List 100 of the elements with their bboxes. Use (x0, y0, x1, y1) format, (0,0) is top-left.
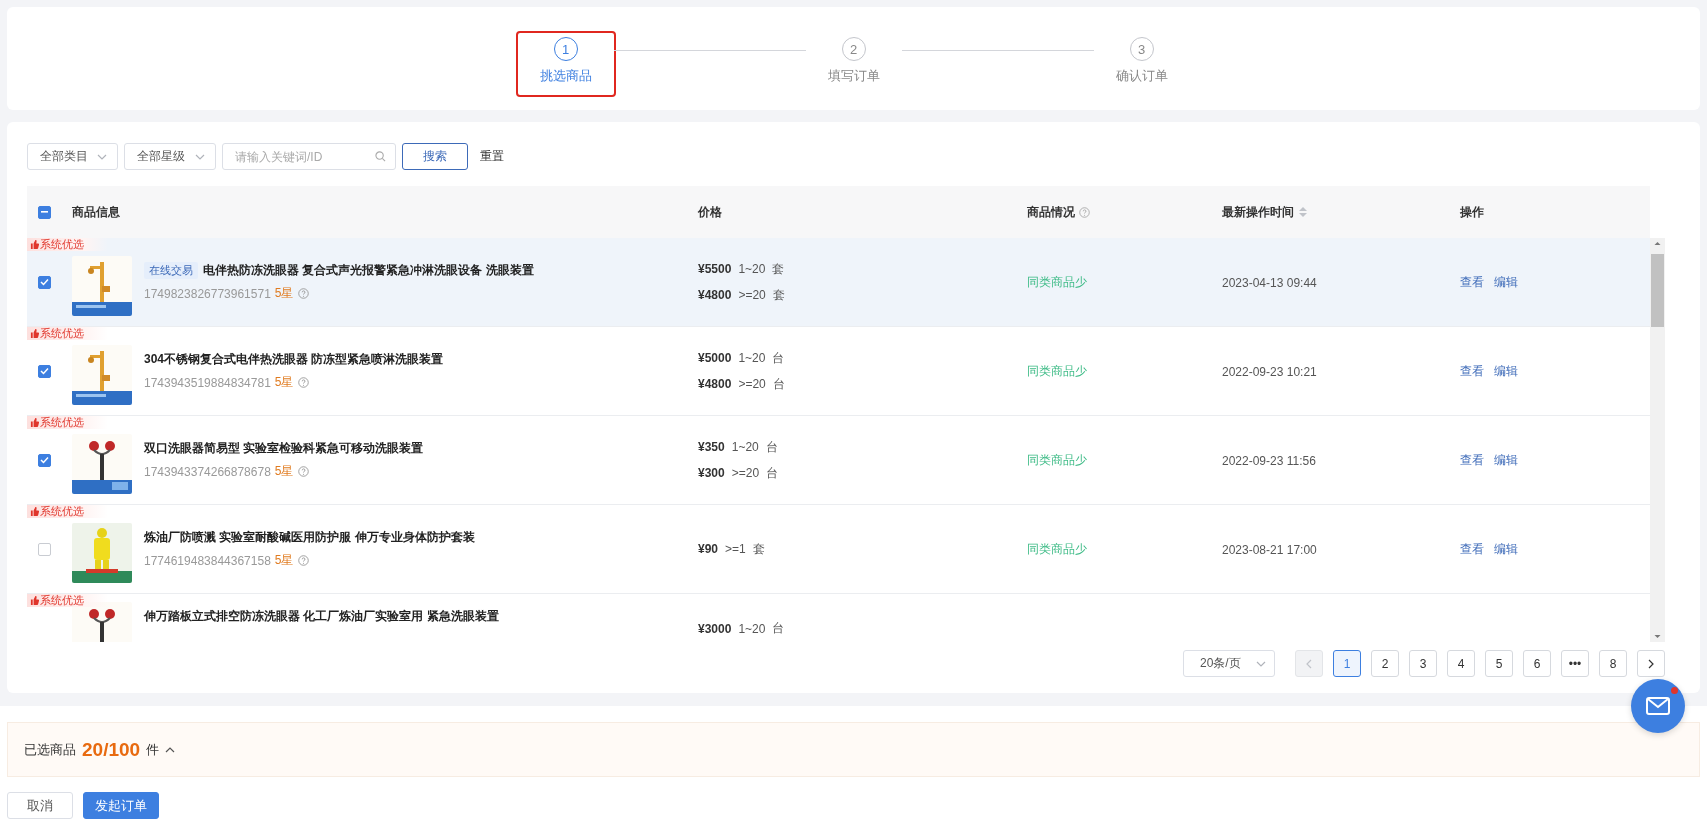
stock-status: 同类商品少 (1027, 452, 1087, 467)
update-time: 2023-08-21 17:00 (1222, 542, 1317, 557)
product-title: 304不锈钢复合式电伴热洗眼器 防冻型紧急喷淋洗眼装置 (144, 351, 444, 368)
unit: 套 (752, 540, 765, 558)
product-id: 1749823826773961571 (144, 286, 271, 301)
table-row[interactable]: 系统优选 双口洗眼器简易型 实验室检验科紧急可移动洗眼装置 1743943374266878678 5星 ¥350 1~20 台 ¥300 >=20 台 同类商品少 2022-09-23 11:56 查看 编辑 (27, 416, 1650, 505)
page-button[interactable]: 8 (1599, 650, 1627, 677)
stock-status: 同类商品少 (1027, 541, 1087, 556)
price: ¥300 (698, 466, 725, 480)
help-icon (1079, 206, 1090, 218)
checkbox[interactable] (38, 275, 51, 289)
action-link[interactable]: 编辑 (1494, 273, 1518, 291)
price: ¥4800 (698, 288, 732, 302)
search-field[interactable]: 请输入关键词/ID (222, 143, 396, 170)
column-header: 商品情况 (1027, 203, 1075, 221)
quantity-range: >=20 (731, 466, 760, 480)
step-label: 填写订单 (827, 67, 880, 85)
selection-unit: 件 (146, 740, 160, 759)
action-link[interactable]: 查看 (1460, 540, 1484, 558)
page-button[interactable]: 6 (1523, 650, 1551, 677)
price: ¥3000 (698, 621, 732, 636)
notification-dot (1671, 687, 1678, 694)
page-button[interactable]: 1 (1333, 650, 1361, 677)
column-header: 最新操作时间 (1222, 203, 1294, 221)
selection-count: 20/100 (82, 738, 141, 761)
search-button[interactable]: 搜索 (402, 143, 468, 170)
quantity-range: >=20 (738, 288, 766, 302)
checkbox[interactable] (38, 364, 51, 378)
action-link[interactable]: 查看 (1460, 362, 1484, 380)
rating: 5星 (274, 374, 294, 391)
price: ¥5500 (698, 262, 732, 276)
chevron-left-icon (1306, 658, 1312, 669)
unit: 套 (772, 286, 785, 304)
stock-status: 同类商品少 (1027, 274, 1087, 289)
mail-icon (1646, 697, 1670, 715)
unit: 台 (772, 620, 785, 637)
reset-button[interactable]: 重置 (474, 148, 510, 165)
chevron-down-icon (97, 153, 107, 160)
action-link[interactable]: 编辑 (1494, 451, 1518, 469)
next-page-button[interactable] (1637, 650, 1665, 677)
quantity-range: 1~20 (731, 440, 759, 454)
submit-button[interactable]: 发起订单 (83, 792, 159, 819)
quantity-range: 1~20 (738, 262, 766, 276)
product-id: 1774619483844367158 (144, 553, 271, 568)
selection-label: 已选商品 (24, 740, 76, 759)
table-row[interactable]: 系统优选 在线交易 电伴热防冻洗眼器 复合式声光报警紧急冲淋洗眼设备 洗眼装置 1749823826773961571 5星 ¥5500 1~20 套 ¥4800 >=20 套 同类商品少 2023-04-13 09:44 查看 编辑 (27, 238, 1650, 327)
step[interactable]: 1 挑选商品 (517, 33, 614, 95)
unit: 台 (766, 464, 779, 482)
column-header: 操作 (1460, 203, 1484, 221)
chevron-down-icon (195, 153, 205, 160)
unit: 台 (765, 438, 778, 456)
action-link[interactable]: 编辑 (1494, 362, 1518, 380)
price: ¥4800 (698, 377, 732, 391)
update-time: 2023-04-13 09:44 (1222, 275, 1317, 290)
select-all-checkbox[interactable] (38, 205, 51, 219)
category-dropdown[interactable]: 全部类目 (27, 143, 118, 170)
price: ¥350 (698, 440, 725, 454)
unit: 台 (772, 349, 785, 367)
page-button[interactable]: ••• (1561, 650, 1589, 677)
help-icon (297, 466, 309, 477)
rating: 5星 (274, 552, 294, 569)
rating: 5星 (274, 463, 294, 480)
step[interactable]: 3 确认订单 (1093, 33, 1190, 95)
quantity-range: >=20 (738, 377, 766, 391)
page-button[interactable]: 2 (1371, 650, 1399, 677)
column-header: 商品信息 (72, 203, 120, 221)
product-title: 双口洗眼器简易型 实验室检验科紧急可移动洗眼装置 (144, 440, 424, 457)
chevron-up-icon[interactable] (165, 746, 176, 753)
column-header: 价格 (698, 203, 722, 221)
action-link[interactable]: 查看 (1460, 451, 1484, 469)
stock-status: 同类商品少 (1027, 363, 1087, 378)
page-size-dropdown[interactable]: 20条/页 (1183, 650, 1275, 677)
action-link[interactable]: 编辑 (1494, 540, 1518, 558)
minus-icon (41, 211, 48, 213)
step[interactable]: 2 填写订单 (805, 33, 902, 95)
chevron-right-icon (1648, 658, 1654, 669)
search-icon (375, 151, 386, 162)
help-icon (297, 288, 309, 299)
step-label: 挑选商品 (539, 67, 592, 85)
table-row[interactable]: 系统优选 炼油厂防喷溅 实验室耐酸碱医用防护服 伸万专业身体防护套装 1774619483844367158 5星 ¥90 >=1 套 同类商品少 2023-08-21 17:00 查看 编辑 (27, 505, 1650, 594)
product-title: 伸万踏板立式排空防冻洗眼器 化工厂炼油厂实验室用 紧急洗眼装置 (144, 608, 499, 625)
help-icon (297, 377, 309, 388)
product-id: 1743943374266878678 (144, 464, 271, 479)
page-button[interactable]: 5 (1485, 650, 1513, 677)
page-button[interactable]: 3 (1409, 650, 1437, 677)
rating: 5星 (274, 285, 294, 302)
cancel-button[interactable]: 取消 (7, 792, 73, 819)
checkbox[interactable] (38, 542, 51, 556)
product-title: 电伴热防冻洗眼器 复合式声光报警紧急冲淋洗眼设备 洗眼装置 (203, 262, 534, 279)
price: ¥90 (698, 542, 719, 556)
action-link[interactable]: 查看 (1460, 273, 1484, 291)
unit: 台 (772, 375, 785, 393)
page-button[interactable]: 4 (1447, 650, 1475, 677)
table-row[interactable]: 系统优选 304不锈钢复合式电伴热洗眼器 防冻型紧急喷淋洗眼装置 1743943519884834781 5星 ¥5000 1~20 台 ¥4800 >=20 台 同类商品少 2022-09-23 10:21 查看 编辑 (27, 327, 1650, 416)
help-icon (297, 555, 309, 566)
update-time: 2022-09-23 11:56 (1222, 453, 1316, 468)
chevron-down-icon (1256, 660, 1266, 667)
checkbox[interactable] (38, 453, 51, 467)
rating-dropdown[interactable]: 全部星级 (124, 143, 216, 170)
price: ¥5000 (698, 351, 732, 365)
